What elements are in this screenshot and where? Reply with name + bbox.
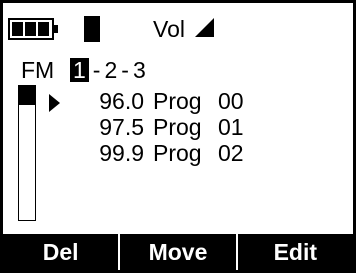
cursor-arrow-icon	[49, 94, 60, 112]
battery-bar	[38, 22, 49, 36]
station-label: Prog	[153, 140, 202, 166]
station-list: 96.0 Prog 00 97.5 Prog 01 99.9 Prog 02	[91, 88, 258, 166]
move-softkey[interactable]: Move	[118, 234, 235, 270]
preset-3[interactable]: 3	[133, 57, 146, 83]
station-row[interactable]: 97.5 Prog 01	[91, 114, 258, 140]
signal-icon	[84, 16, 100, 42]
station-label: Prog	[153, 114, 202, 140]
station-frequency: 97.5	[99, 114, 144, 140]
station-frequency: 99.9	[99, 140, 144, 166]
del-softkey[interactable]: Del	[3, 234, 118, 270]
volume-triangle-icon	[195, 18, 214, 37]
scrollbar[interactable]	[18, 85, 36, 221]
preset-separator: -	[92, 57, 101, 83]
station-row[interactable]: 96.0 Prog 00	[91, 88, 258, 114]
battery-bar	[25, 22, 36, 36]
preset-2[interactable]: 2	[104, 57, 117, 83]
preset-selector[interactable]: 1 - 2 - 3	[70, 57, 146, 83]
station-number: 02	[218, 140, 244, 166]
preset-1-selected[interactable]: 1	[70, 58, 89, 82]
edit-softkey[interactable]: Edit	[235, 234, 353, 270]
volume-label: Vol	[153, 16, 185, 42]
scrollbar-thumb[interactable]	[19, 86, 35, 105]
device-screen: Vol FM 1 - 2 - 3 96.0 Prog 00 97.5 Prog …	[0, 0, 356, 273]
station-number: 00	[218, 88, 244, 114]
station-label: Prog	[153, 88, 202, 114]
station-frequency: 96.0	[99, 88, 144, 114]
softkey-bar: Del Move Edit	[3, 234, 353, 270]
station-row[interactable]: 99.9 Prog 02	[91, 140, 258, 166]
band-label: FM	[21, 57, 55, 83]
battery-icon	[8, 18, 58, 40]
preset-separator: -	[121, 57, 129, 83]
station-number: 01	[218, 114, 244, 140]
battery-bar	[12, 22, 23, 36]
